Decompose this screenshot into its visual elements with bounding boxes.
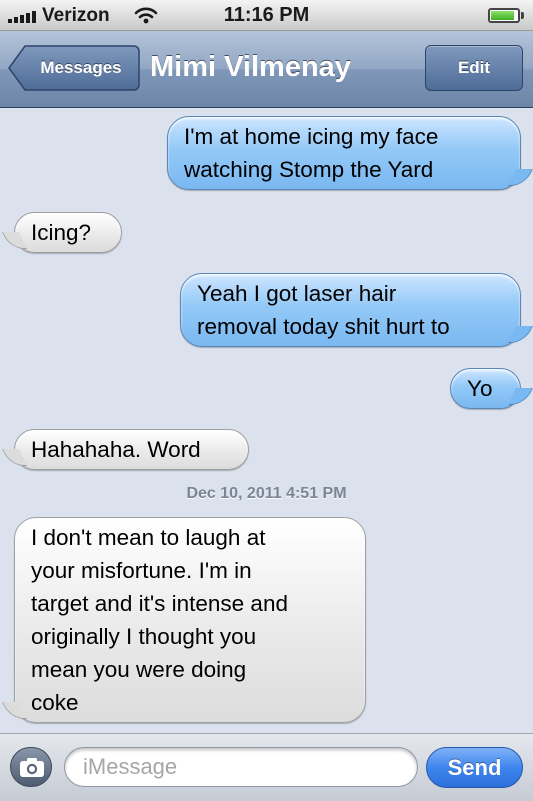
received-message-bubble[interactable]: Icing? — [14, 212, 122, 253]
message-line: coke — [31, 690, 79, 715]
message-line: Icing? — [31, 220, 92, 245]
conversation-timestamp: Dec 10, 2011 4:51 PM — [186, 485, 347, 502]
battery-nub — [521, 12, 524, 19]
message-line: I'm at home icing my face — [184, 124, 439, 149]
battery-icon — [488, 8, 520, 23]
sent-message-bubble[interactable]: I'm at home icing my face watching Stomp… — [167, 116, 521, 190]
message-line: your misfortune. I'm in — [31, 558, 252, 583]
conversation-title: Mimi Vilmenay — [150, 51, 351, 83]
send-button[interactable]: Send — [426, 747, 523, 788]
status-bar: Verizon 11:16 PM — [0, 0, 533, 31]
received-message-bubble[interactable]: I don't mean to laugh at your misfortune… — [14, 517, 366, 723]
messages-back-button[interactable]: Messages — [8, 45, 140, 91]
message-line: Yeah I got laser hair — [197, 281, 397, 306]
navigation-bar: Messages Mimi Vilmenay Edit — [0, 31, 533, 108]
message-line: Hahahaha. Word — [31, 437, 201, 462]
message-line: target and it's intense and — [31, 591, 288, 616]
message-line: I don't mean to laugh at — [31, 525, 266, 550]
message-line: mean you were doing — [31, 657, 247, 682]
received-message-bubble[interactable]: Hahahaha. Word — [14, 429, 249, 470]
sent-message-bubble[interactable]: Yo — [450, 368, 521, 409]
conversation-thread: I'm at home icing my face watching Stomp… — [0, 108, 533, 733]
imessage-input[interactable] — [64, 747, 418, 787]
message-line: watching Stomp the Yard — [184, 157, 434, 182]
carrier-name: Verizon — [42, 5, 110, 26]
battery-level — [491, 11, 515, 20]
message-line: removal today shit hurt to — [197, 314, 450, 339]
sent-message-bubble[interactable]: Yeah I got laser hair removal today shit… — [180, 273, 521, 347]
camera-icon — [20, 758, 44, 777]
edit-button[interactable]: Edit — [425, 45, 523, 91]
camera-button[interactable] — [10, 747, 52, 787]
message-input-bar: Send — [0, 733, 533, 801]
back-button-label: Messages — [40, 58, 122, 77]
signal-strength-icon — [8, 9, 36, 23]
message-line: Yo — [467, 376, 493, 401]
wifi-icon — [134, 7, 158, 24]
message-line: originally I thought you — [31, 624, 257, 649]
